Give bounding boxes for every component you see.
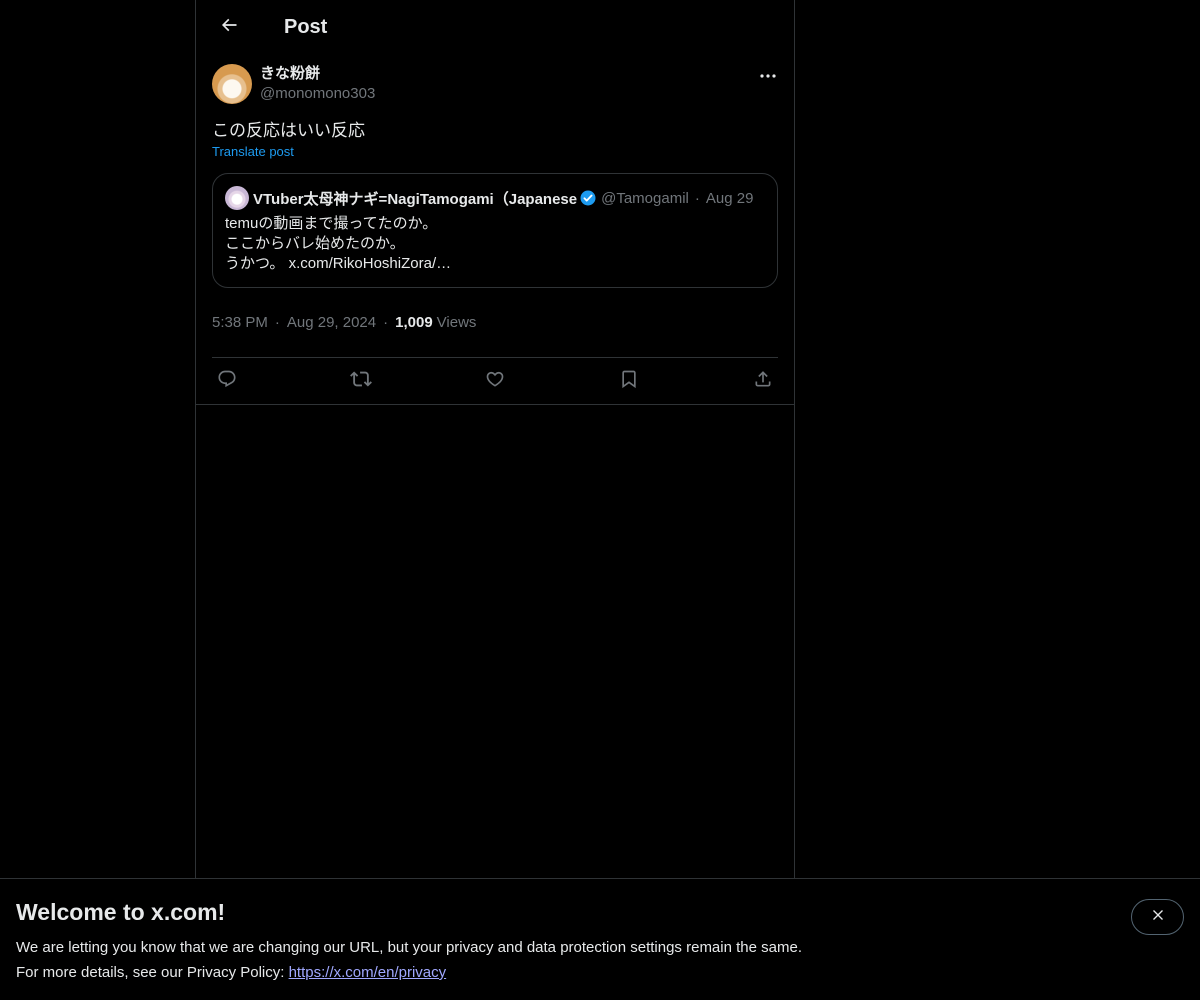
banner-text: We are letting you know that we are chan…	[16, 939, 802, 956]
share-icon	[753, 369, 773, 394]
author-names: きな粉餅 @monomono303	[260, 64, 375, 104]
quote-separator: ·	[694, 189, 700, 207]
views-count: 1,009	[395, 314, 433, 331]
post-date[interactable]: Aug 29, 2024	[287, 314, 376, 331]
action-bar	[196, 358, 794, 405]
post: きな粉餅 @monomono303 この反応はいい反応 Translate po…	[196, 54, 794, 405]
more-button[interactable]	[758, 64, 778, 84]
banner-policy-prefix: For more details, see our Privacy Policy…	[16, 964, 289, 981]
reply-icon	[217, 369, 237, 394]
author-row: きな粉餅 @monomono303	[212, 64, 778, 104]
bookmark-button[interactable]	[618, 370, 640, 392]
quote-avatar[interactable]	[225, 186, 249, 210]
post-meta: 5:38 PM · Aug 29, 2024 · 1,009 Views	[212, 304, 778, 358]
avatar[interactable]	[212, 64, 252, 104]
repost-icon	[350, 368, 372, 395]
quote-line: temuの動画まで撮ってたのか。	[225, 215, 438, 232]
post-time[interactable]: 5:38 PM	[212, 314, 268, 331]
quote-text: temuの動画まで撮ってたのか。 ここからバレ始めたのか。 うかつ。 x.com…	[225, 214, 765, 274]
meta-separator: ·	[383, 314, 389, 331]
like-icon	[485, 369, 505, 394]
privacy-policy-link[interactable]: https://x.com/en/privacy	[289, 964, 447, 981]
back-button[interactable]	[212, 10, 246, 44]
page-title: Post	[284, 15, 328, 38]
quoted-post[interactable]: VTuber太母神ナギ=NagiTamogami（Japanese @Tamog…	[212, 173, 778, 288]
author-handle[interactable]: @monomono303	[260, 84, 375, 104]
bookmark-icon	[619, 369, 639, 394]
views-label: Views	[436, 314, 477, 331]
banner-close-button[interactable]	[1131, 899, 1184, 935]
repost-button[interactable]	[350, 370, 372, 392]
meta-separator: ·	[274, 314, 280, 331]
quote-date[interactable]: Aug 29	[706, 190, 754, 207]
banner-title: Welcome to x.com!	[16, 899, 226, 925]
author-display-name[interactable]: きな粉餅	[260, 64, 375, 84]
main-column: Post きな粉餅 @monomono303 この反応はいい反応 Transla…	[195, 0, 795, 1000]
quote-display-name[interactable]: VTuber太母神ナギ=NagiTamogami（Japanese	[253, 188, 577, 209]
post-text: この反応はいい反応	[212, 121, 365, 140]
reply-button[interactable]	[216, 370, 238, 392]
quote-handle[interactable]: @Tamogamil	[601, 190, 689, 207]
welcome-banner: Welcome to x.com! We are letting you kno…	[0, 878, 1200, 1000]
close-icon	[1150, 907, 1166, 928]
more-icon	[760, 65, 776, 83]
verified-badge-icon	[579, 189, 597, 207]
like-button[interactable]	[484, 370, 506, 392]
translate-post-link[interactable]: Translate post	[212, 144, 294, 159]
quote-line: ここからバレ始めたのか。	[225, 235, 405, 252]
topbar: Post	[196, 0, 794, 54]
quote-header: VTuber太母神ナギ=NagiTamogami（Japanese @Tamog…	[225, 186, 765, 210]
quote-line: うかつ。 x.com/RikoHoshiZora/…	[225, 255, 452, 272]
arrow-left-icon	[219, 15, 239, 40]
banner-policy-line: For more details, see our Privacy Policy…	[16, 960, 1184, 985]
share-button[interactable]	[752, 370, 774, 392]
